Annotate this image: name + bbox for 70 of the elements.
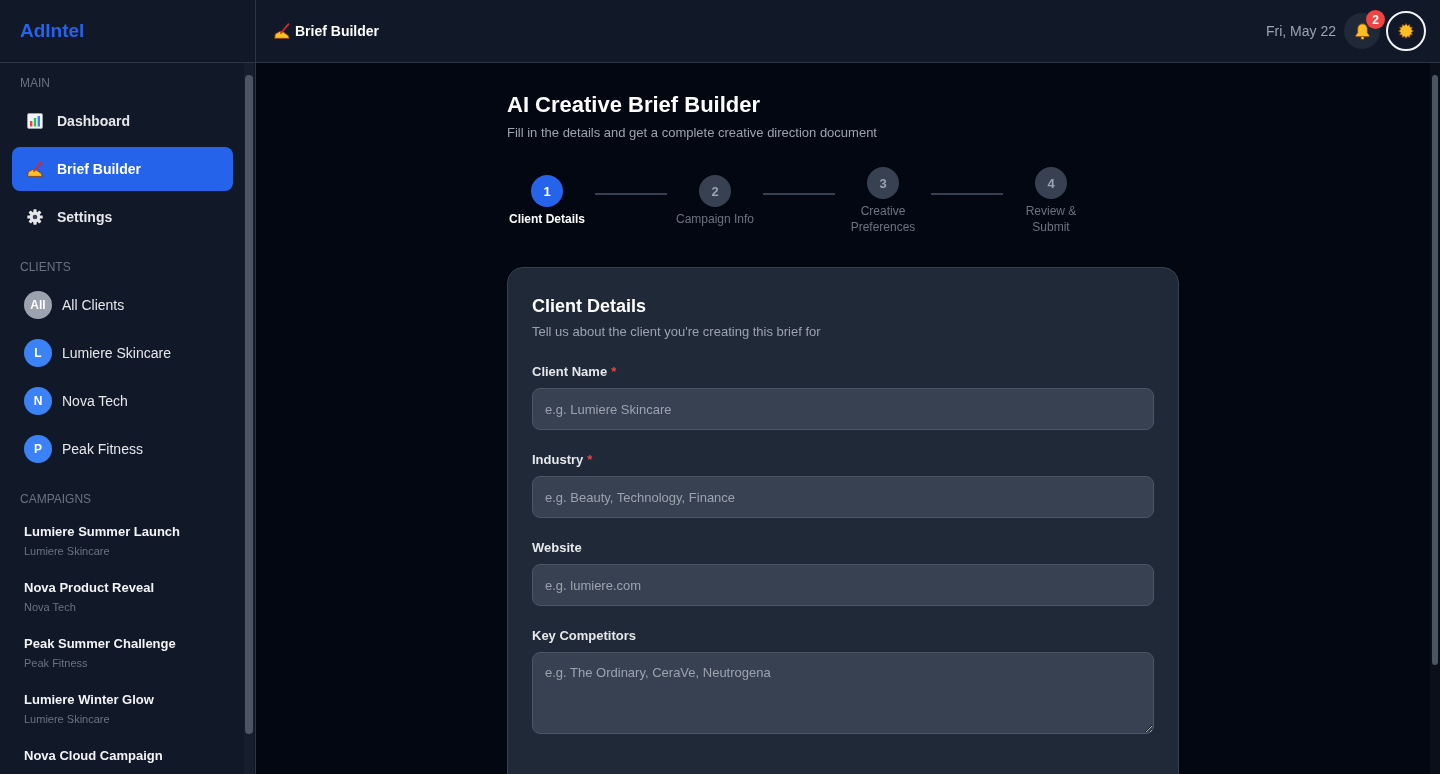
- card-description: Tell us about the client you're creating this brief for: [532, 323, 822, 341]
- campaign-name: Lumiere Summer Launch: [24, 523, 181, 541]
- step-number: 4: [1035, 167, 1067, 199]
- client-name: Peak Fitness: [62, 441, 143, 457]
- step-label: Client Details: [509, 211, 585, 227]
- card-title: Client Details: [532, 295, 648, 318]
- page-subtitle: Fill in the details and get a complete creative direction document: [507, 124, 878, 142]
- scrollbar-thumb[interactable]: [245, 75, 253, 734]
- required-mark: *: [611, 363, 617, 381]
- step-label: Review & Submit: [1024, 203, 1078, 235]
- client-item[interactable]: L Lumiere Skincare: [12, 331, 233, 375]
- campaign-item[interactable]: Lumiere Summer Launch Lumiere Skincare: [12, 515, 233, 567]
- campaign-client: Lumiere Skincare: [24, 544, 110, 559]
- section-heading: CLIENTS: [19, 259, 72, 275]
- client-name: All Clients: [62, 297, 125, 313]
- notification-badge: 2: [1366, 10, 1385, 29]
- bell-icon: [1353, 22, 1371, 40]
- client-avatar: All: [24, 291, 52, 319]
- client-name: Nova Tech: [62, 393, 128, 409]
- header-title: Brief Builder: [295, 23, 379, 39]
- step-label: Creative Preferences: [849, 203, 917, 235]
- nav-item[interactable]: Dashboard: [12, 99, 233, 143]
- nav-item[interactable]: Brief Builder: [12, 147, 233, 191]
- section-heading: MAIN: [19, 75, 51, 91]
- notifications-button[interactable]: [1344, 13, 1380, 49]
- campaign-name: Nova Cloud Campaign: [24, 747, 163, 765]
- text-field[interactable]: e.g. lumiere.com: [532, 564, 1154, 606]
- section-heading: CAMPAIGNS: [19, 491, 93, 507]
- campaign-name: Peak Summer Challenge: [24, 635, 176, 653]
- nav-item[interactable]: Settings: [12, 195, 233, 239]
- pen-writing-icon: [274, 23, 290, 39]
- campaign-client: Peak Fitness: [24, 656, 88, 671]
- textarea-field[interactable]: e.g. The Ordinary, CeraVe, Neutrogena: [532, 652, 1154, 734]
- page-heading: AI Creative Brief Builder: [507, 91, 762, 119]
- step-connector: [763, 193, 835, 195]
- client-avatar: L: [24, 339, 52, 367]
- campaign-item[interactable]: Nova Cloud Campaign: [12, 739, 233, 773]
- campaign-item[interactable]: Nova Product Reveal Nova Tech: [12, 571, 233, 623]
- step-connector: [931, 193, 1003, 195]
- text-field[interactable]: e.g. Lumiere Skincare: [532, 388, 1154, 430]
- campaign-item[interactable]: Peak Summer Challenge Peak Fitness: [12, 627, 233, 679]
- campaign-client: Nova Tech: [24, 600, 76, 615]
- field-label: Key Competitors: [532, 627, 637, 645]
- step-label: Campaign Info: [675, 211, 754, 227]
- sun-icon: [1398, 23, 1414, 39]
- campaign-name: Nova Product Reveal: [24, 579, 155, 597]
- settings-icon: [27, 209, 43, 225]
- step-number: 1: [531, 175, 563, 207]
- campaign-item[interactable]: Lumiere Winter Glow Lumiere Skincare: [12, 683, 233, 735]
- date-label: Fri, May 22: [1266, 23, 1336, 39]
- text-field[interactable]: e.g. Beauty, Technology, Finance: [532, 476, 1154, 518]
- client-avatar: N: [24, 387, 52, 415]
- step-connector: [595, 193, 667, 195]
- client-item[interactable]: N Nova Tech: [12, 379, 233, 423]
- step-number: 3: [867, 167, 899, 199]
- field-label: Industry: [532, 451, 584, 469]
- campaign-client: Lumiere Skincare: [24, 712, 110, 727]
- pen-writing-icon: [27, 161, 43, 177]
- theme-toggle-button[interactable]: [1386, 11, 1426, 51]
- client-item[interactable]: P Peak Fitness: [12, 427, 233, 471]
- required-mark: *: [587, 451, 593, 469]
- client-avatar: P: [24, 435, 52, 463]
- field-label: Website: [532, 539, 582, 557]
- client-name: Lumiere Skincare: [62, 345, 171, 361]
- step-number: 2: [699, 175, 731, 207]
- campaign-name: Lumiere Winter Glow: [24, 691, 154, 709]
- scrollbar-thumb[interactable]: [1432, 75, 1438, 665]
- client-item[interactable]: All All Clients: [12, 283, 233, 327]
- bar-chart-icon: [27, 113, 43, 129]
- field-label: Client Name: [532, 363, 608, 381]
